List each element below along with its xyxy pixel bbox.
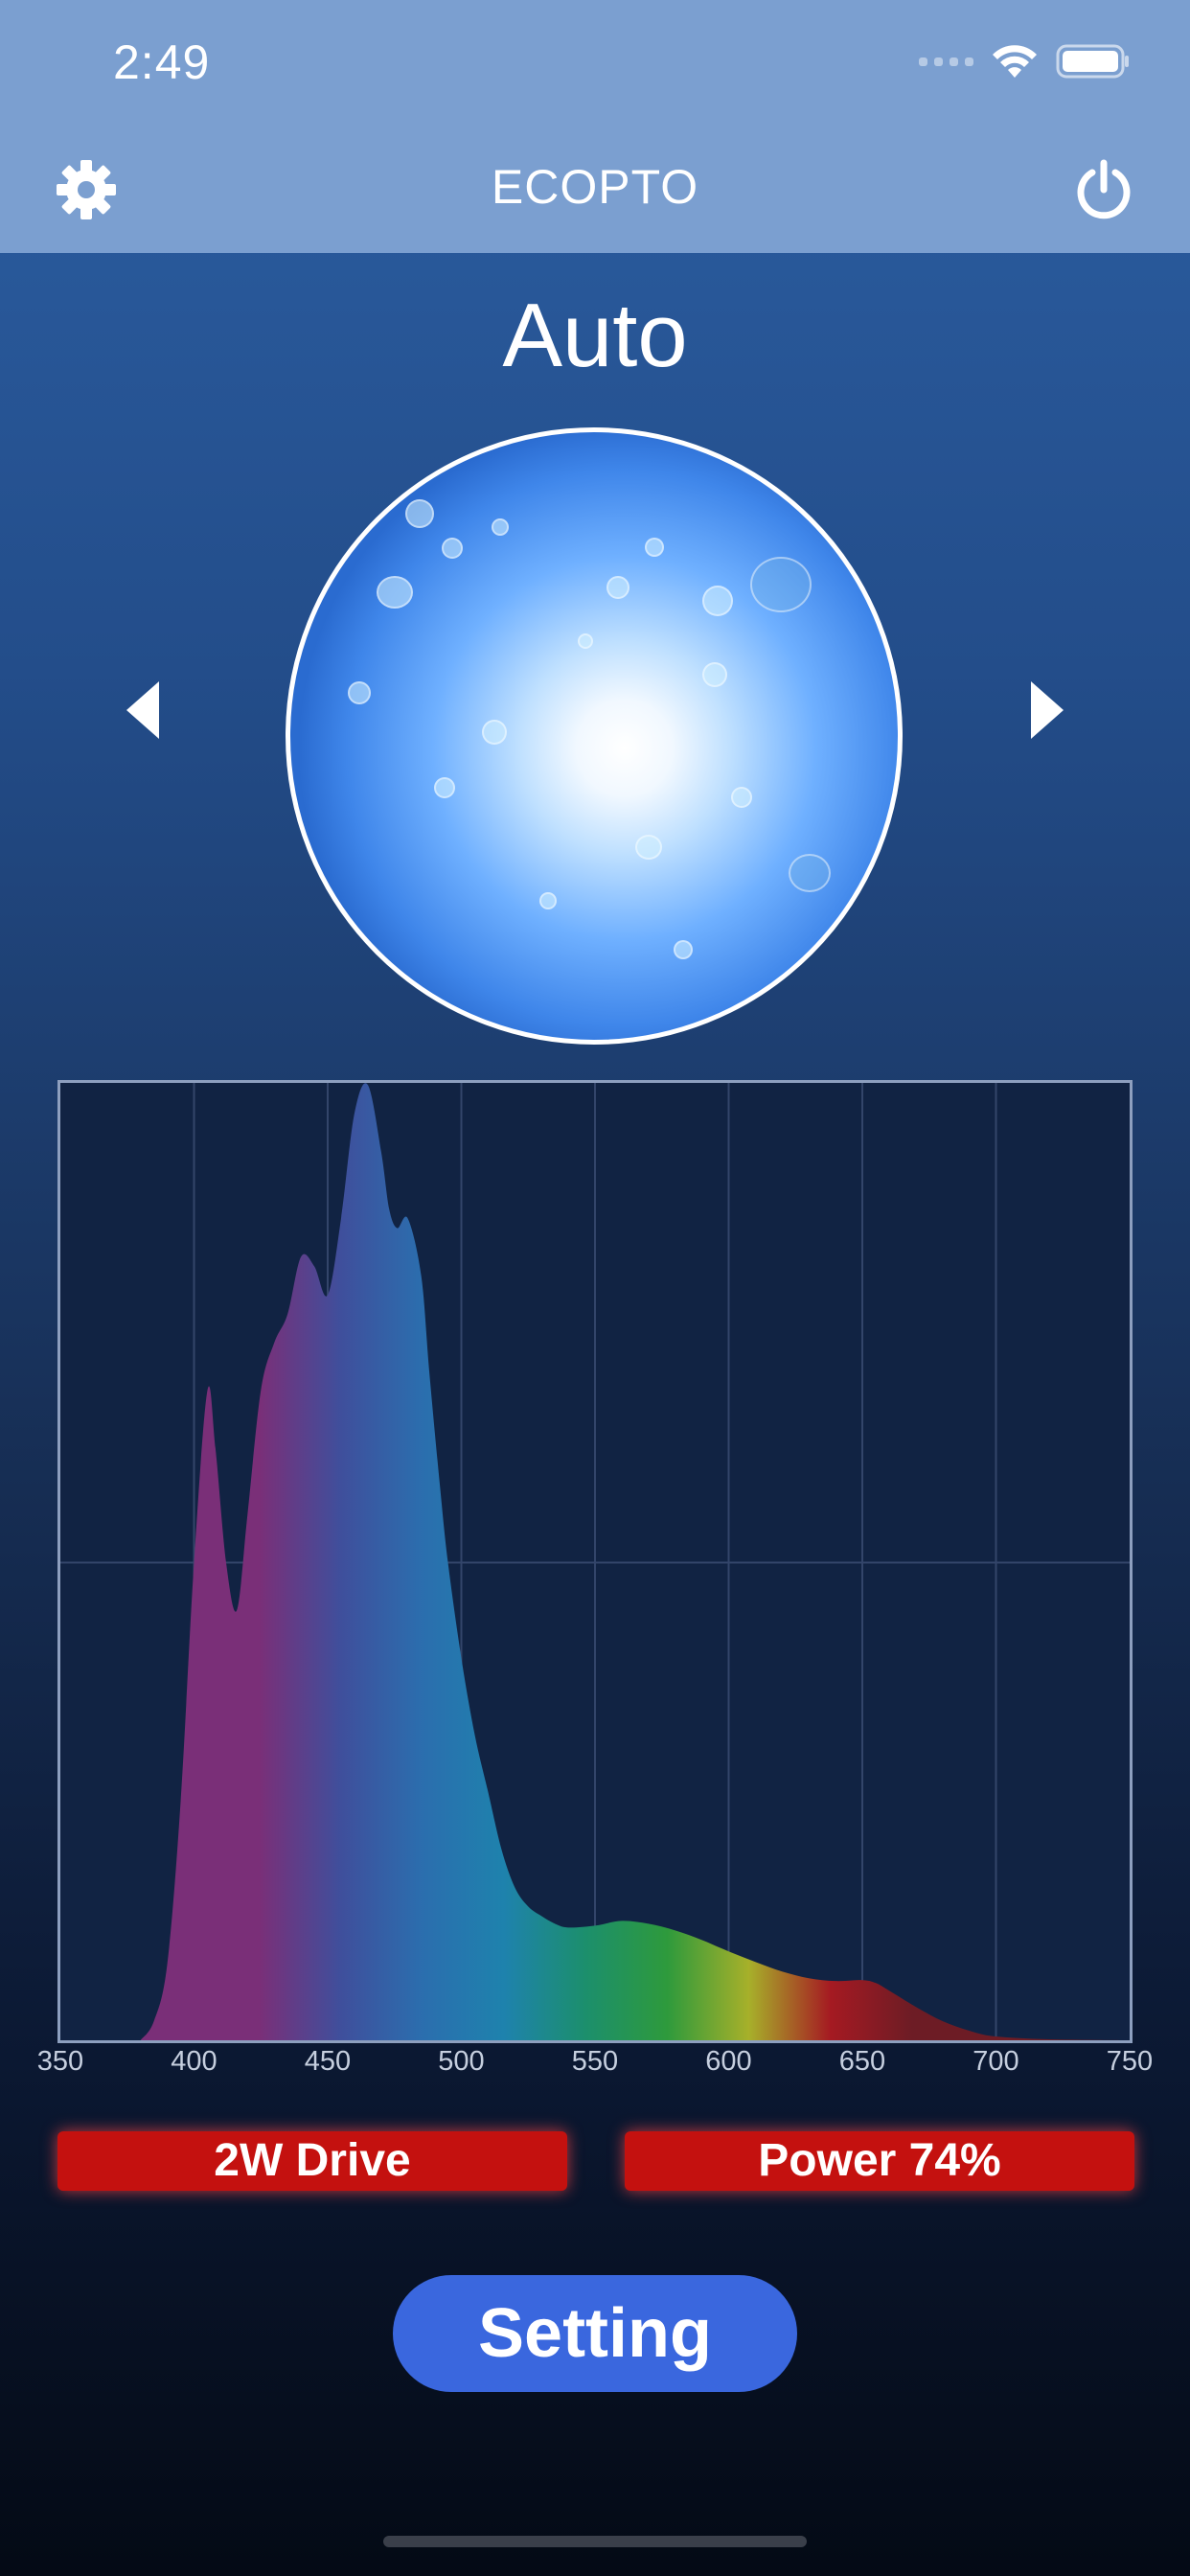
power-badge: Power 74% bbox=[625, 2131, 1134, 2191]
x-tick-label: 500 bbox=[438, 2046, 485, 2077]
x-axis-ticks: 350 400 450 500 550 600 650 700 750 bbox=[0, 2046, 1190, 2094]
next-mode-button[interactable] bbox=[1019, 677, 1077, 744]
x-tick-label: 450 bbox=[304, 2046, 352, 2077]
x-tick-label: 350 bbox=[36, 2046, 84, 2077]
spectrum-chart bbox=[57, 1080, 1133, 2043]
drive-badge: 2W Drive bbox=[57, 2131, 567, 2191]
x-tick-label: 600 bbox=[705, 2046, 752, 2077]
x-tick-label: 700 bbox=[973, 2046, 1019, 2077]
setting-button[interactable]: Setting bbox=[393, 2275, 797, 2392]
cellular-signal-icon bbox=[919, 57, 973, 66]
wifi-icon bbox=[993, 45, 1037, 78]
spectrum-plot bbox=[60, 1083, 1130, 2040]
x-tick-label: 400 bbox=[171, 2046, 217, 2077]
chevron-left-icon bbox=[126, 681, 159, 739]
battery-icon bbox=[1056, 44, 1129, 79]
top-bar: 2:49 ECOPTO bbox=[0, 0, 1190, 253]
app-title: ECOPTO bbox=[491, 160, 699, 214]
x-tick-label: 550 bbox=[571, 2046, 619, 2077]
previous-mode-button[interactable] bbox=[113, 677, 171, 744]
chevron-right-icon bbox=[1031, 681, 1064, 739]
x-tick-label: 750 bbox=[1106, 2046, 1154, 2077]
mode-image[interactable] bbox=[286, 427, 903, 1045]
status-time: 2:49 bbox=[113, 35, 211, 89]
x-tick-label: 650 bbox=[838, 2046, 886, 2077]
status-icons bbox=[919, 42, 1131, 80]
mode-label: Auto bbox=[502, 285, 688, 385]
power-icon bbox=[1077, 159, 1131, 219]
power-button[interactable] bbox=[1065, 151, 1142, 228]
home-indicator bbox=[383, 2536, 807, 2547]
